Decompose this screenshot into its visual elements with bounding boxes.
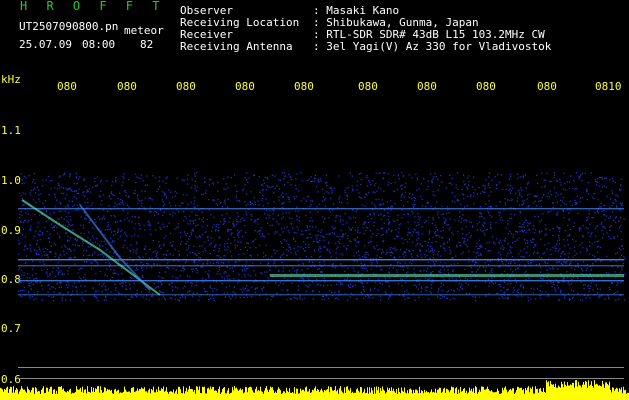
carrier-line (18, 265, 624, 267)
signal-trace (270, 274, 624, 277)
carrier-line (18, 294, 624, 296)
hroft-display: H R O F F T UT2507090800.pn meteor 25.07… (0, 0, 629, 400)
level-bars (0, 380, 629, 400)
noise-field (18, 172, 626, 302)
spectrogram (0, 172, 629, 400)
carrier-line (18, 259, 624, 261)
reference-line (18, 378, 624, 379)
carrier-line (18, 280, 624, 282)
reference-line (18, 367, 624, 368)
carrier-line (18, 208, 624, 210)
